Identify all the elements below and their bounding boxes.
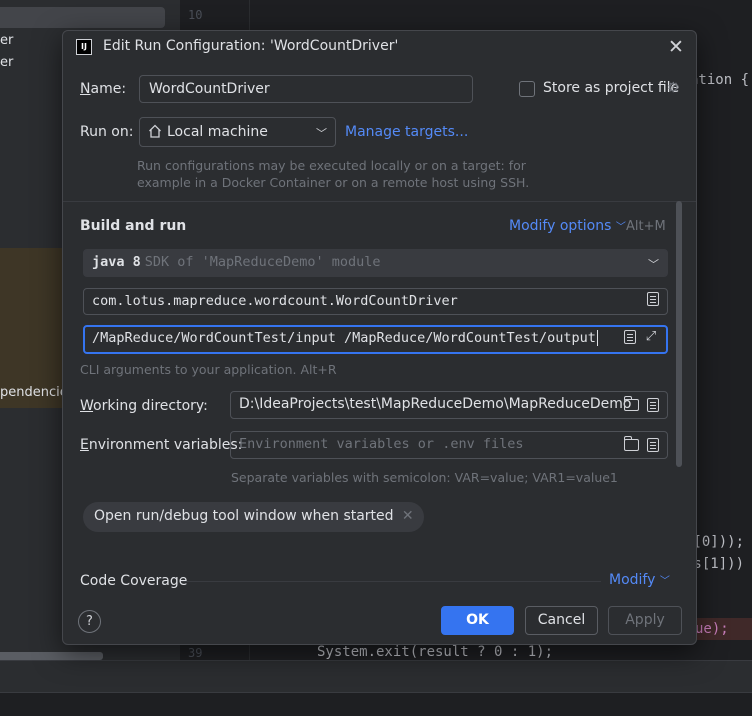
modify-options-label: Modify options: [509, 218, 612, 234]
working-directory-label: Working directory:: [80, 398, 208, 414]
environment-variables-field[interactable]: Environment variables or .env files: [230, 431, 668, 459]
modify-options-shortcut: Alt+M: [626, 219, 666, 234]
run-on-value: Local machine: [167, 124, 268, 140]
gear-icon[interactable]: ⚙: [667, 81, 681, 95]
project-scrollbar[interactable]: [0, 652, 103, 660]
program-arguments-actions: ⤢: [624, 330, 658, 344]
help-button[interactable]: ?: [78, 610, 101, 633]
expand-icon[interactable]: ⤢: [644, 330, 658, 344]
sdk-java-version: java 8: [92, 254, 141, 270]
code-coverage-heading: Code Coverage: [80, 573, 188, 589]
program-arguments-field[interactable]: /MapReduce/WordCountTest/input /MapReduc…: [83, 325, 668, 354]
working-directory-field[interactable]: D:\IdeaProjects\test\MapReduceDemo\MapRe…: [230, 391, 668, 419]
chevron-down-icon: ﹀: [316, 127, 327, 140]
environment-variables-hint: Separate variables with semicolon: VAR=v…: [231, 470, 618, 485]
ok-button[interactable]: OK: [441, 606, 514, 635]
program-arguments-value: /MapReduce/WordCountTest/input /MapReduc…: [92, 330, 596, 346]
open-tool-window-option-chip[interactable]: Open run/debug tool window when started …: [83, 502, 424, 532]
close-icon[interactable]: ✕: [666, 37, 686, 57]
chevron-down-icon: ﹀: [659, 576, 670, 587]
chevron-down-icon: ﹀: [648, 258, 659, 271]
browse-file-icon[interactable]: [647, 292, 659, 306]
modify-options-link[interactable]: Modify options ﹀: [509, 218, 626, 234]
run-on-select[interactable]: Local machine ﹀: [139, 117, 336, 147]
cli-arguments-hint: CLI arguments to your application. Alt+R: [80, 362, 337, 377]
code-fragment: ation {: [690, 72, 750, 88]
chevron-down-icon: ﹀: [615, 222, 626, 233]
manage-targets-link[interactable]: Manage targets...: [345, 124, 468, 140]
name-label-rest: ame:: [90, 81, 127, 97]
working-directory-value: D:\IdeaProjects\test\MapReduceDemo\MapRe…: [239, 396, 632, 412]
working-directory-actions: [624, 396, 659, 412]
status-bar: [0, 692, 752, 716]
store-as-project-file-label[interactable]: Store as project file: [543, 80, 679, 96]
environment-variables-actions: [624, 436, 659, 452]
main-class-value: com.lotus.mapreduce.wordcount.WordCountD…: [92, 293, 458, 309]
text-cursor: [596, 330, 598, 346]
folder-icon[interactable]: [624, 396, 639, 411]
working-directory-label-rest: orking directory:: [93, 398, 208, 414]
line-number: 39: [188, 646, 203, 660]
cancel-button[interactable]: Cancel: [525, 606, 598, 635]
main-class-actions: [647, 292, 659, 306]
intellij-logo-icon: IJ: [76, 39, 92, 55]
home-icon: [149, 124, 161, 138]
configuration-scroll-area[interactable]: Build and run Modify options ﹀ Alt+M jav…: [63, 201, 696, 571]
name-label: Name:: [80, 81, 127, 97]
name-input[interactable]: WordCountDriver: [139, 75, 473, 103]
edit-run-configuration-dialog: IJ Edit Run Configuration: 'WordCountDri…: [62, 30, 697, 645]
line-number: 10: [188, 8, 203, 22]
coverage-modify-label: Modify: [609, 572, 656, 588]
dialog-title-bar[interactable]: IJ Edit Run Configuration: 'WordCountDri…: [63, 31, 696, 63]
code-line-system-exit: System.exit(result ? 0 : 1);: [317, 644, 554, 660]
main-class-field[interactable]: com.lotus.mapreduce.wordcount.WordCountD…: [83, 288, 668, 315]
sdk-select[interactable]: java 8 SDK of 'MapReduceDemo' module ﹀: [83, 249, 668, 277]
apply-button[interactable]: Apply: [608, 606, 682, 635]
project-tree-item[interactable]: er: [0, 33, 13, 48]
browse-file-icon[interactable]: [647, 438, 659, 452]
code-coverage-divider: [181, 581, 601, 582]
store-as-project-file-checkbox[interactable]: [519, 81, 535, 97]
tool-window-bar: [0, 660, 752, 692]
environment-variables-label: Environment variables:: [80, 437, 243, 453]
code-coverage-modify-link[interactable]: Modify ﹀: [609, 572, 670, 588]
environment-variables-label-rest: nvironment variables:: [88, 437, 243, 453]
chip-label: Open run/debug tool window when started: [94, 508, 394, 524]
dialog-scrollbar[interactable]: [676, 201, 682, 467]
build-and-run-heading: Build and run: [80, 218, 187, 234]
environment-variables-placeholder: Environment variables or .env files: [239, 436, 524, 452]
sdk-module-hint: SDK of 'MapReduceDemo' module: [144, 254, 381, 270]
project-search-bar[interactable]: [0, 7, 165, 28]
project-tree-item[interactable]: er: [0, 55, 13, 70]
folder-icon[interactable]: [624, 436, 639, 451]
close-icon[interactable]: ✕: [402, 508, 414, 524]
run-on-description: Run configurations may be executed local…: [137, 158, 530, 190]
dialog-title: Edit Run Configuration: 'WordCountDriver…: [103, 38, 399, 54]
browse-file-icon[interactable]: [647, 398, 659, 412]
browse-file-icon[interactable]: [624, 330, 636, 344]
run-on-label: Run on:: [80, 124, 134, 140]
code-fragment: ue);: [695, 621, 729, 637]
